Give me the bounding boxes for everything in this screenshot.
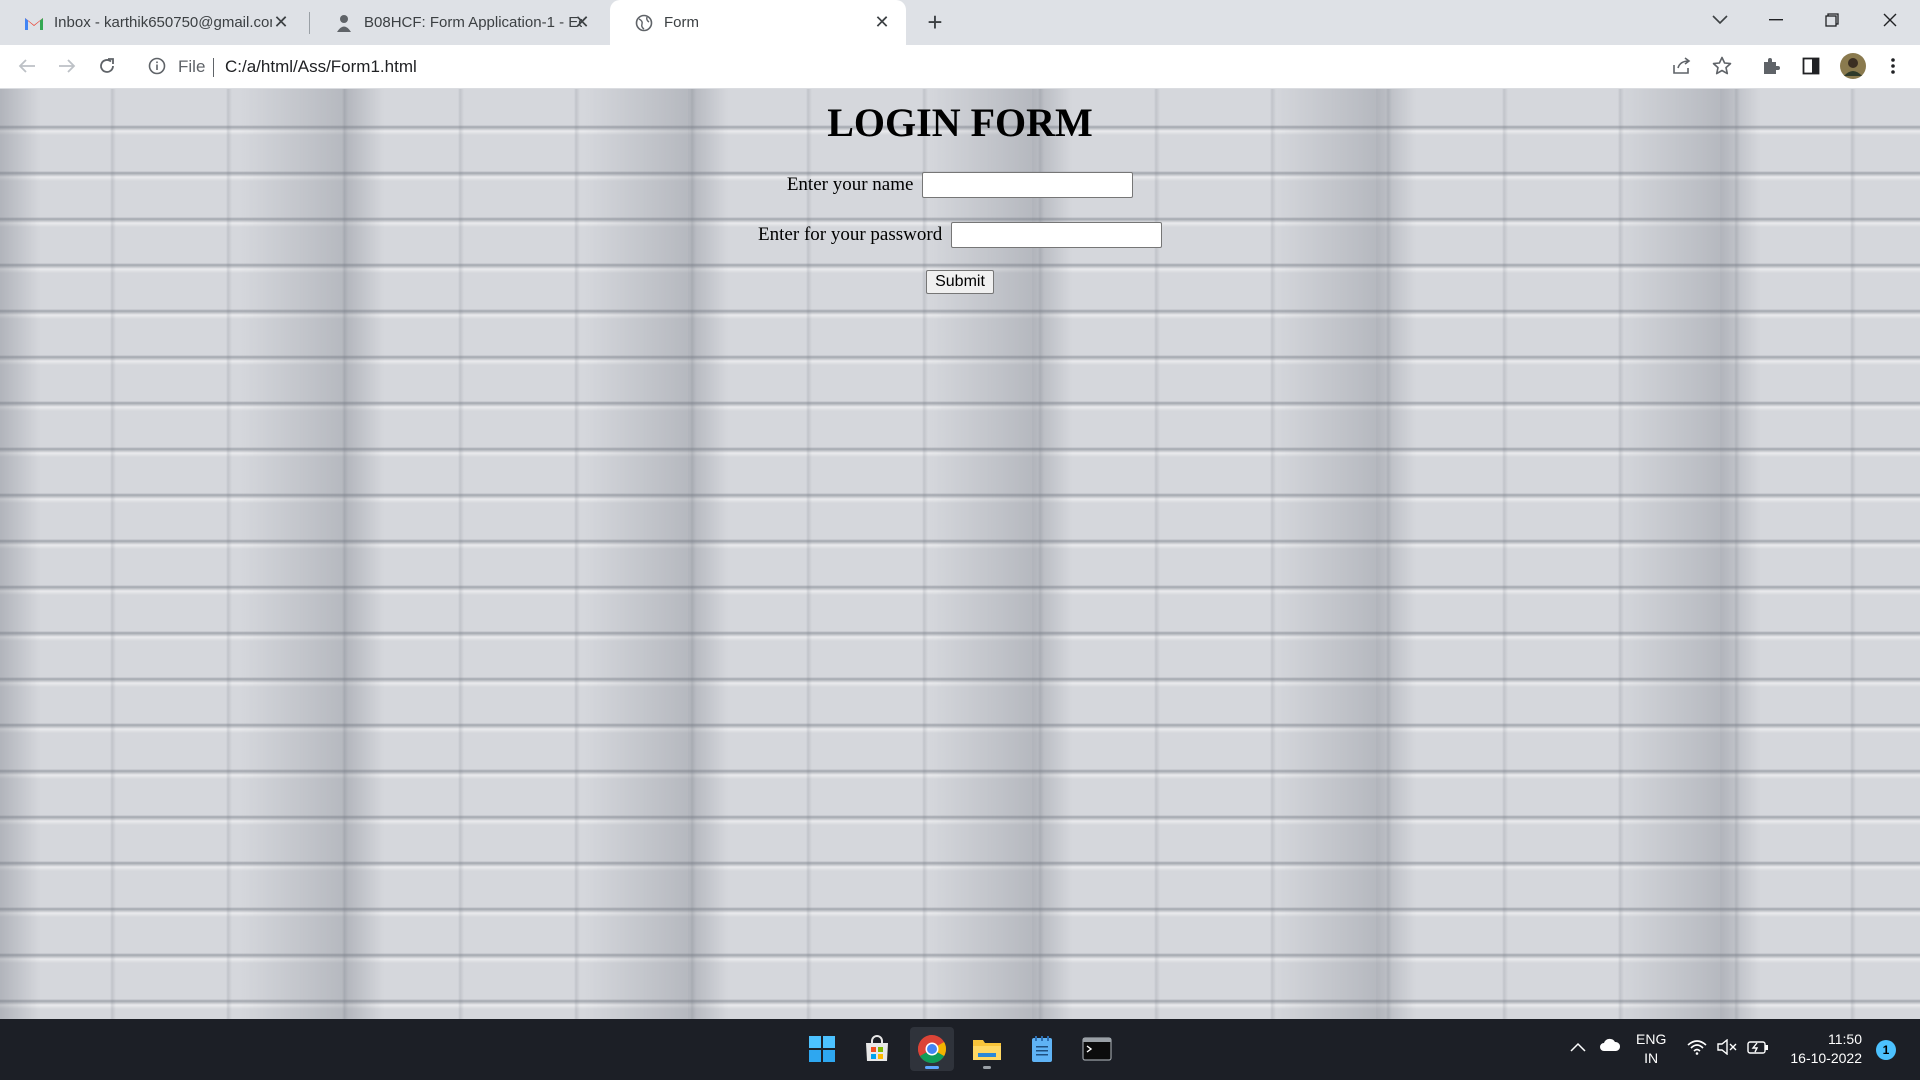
taskbar: ENG IN 11:50 16-10-2022 1 — [0, 1019, 1920, 1080]
name-row: Enter your name — [0, 172, 1920, 198]
microsoft-store-icon[interactable] — [855, 1027, 899, 1071]
minimize-button[interactable] — [1748, 0, 1804, 40]
chevron-up-icon[interactable] — [1570, 1039, 1586, 1055]
volume-muted-icon[interactable] — [1717, 1038, 1737, 1058]
tab-form-application[interactable]: B08HCF: Form Application-1 - Ed ✕ — [310, 0, 606, 45]
notepad-icon[interactable] — [1020, 1027, 1064, 1071]
battery-charging-icon[interactable] — [1747, 1039, 1769, 1058]
page-content: LOGIN FORM Enter your name Enter for you… — [0, 89, 1920, 1019]
new-tab-button[interactable]: + — [921, 7, 949, 37]
tab-gmail-inbox[interactable]: Inbox - karthik650750@gmail.com ✕ — [0, 0, 305, 45]
close-window-button[interactable] — [1862, 0, 1918, 40]
reload-button[interactable] — [92, 51, 122, 81]
extensions-icon[interactable] — [1756, 51, 1786, 81]
restore-button[interactable] — [1804, 0, 1860, 40]
running-indicator — [983, 1066, 991, 1069]
tab-search-chevron-icon[interactable] — [1692, 0, 1748, 40]
submit-row: Submit — [0, 270, 1920, 294]
time-label: 11:50 — [1828, 1031, 1862, 1047]
region-label: IN — [1644, 1050, 1659, 1066]
side-panel-icon[interactable] — [1796, 51, 1826, 81]
clock[interactable]: 11:50 16-10-2022 — [1786, 1030, 1862, 1068]
address-divider — [213, 58, 214, 77]
browser-toolbar: File C:/a/html/Ass/Form1.html — [0, 45, 1920, 89]
menu-kebab-icon[interactable] — [1878, 51, 1908, 81]
address-bar[interactable]: File C:/a/html/Ass/Form1.html — [140, 49, 1700, 84]
site-icon — [334, 13, 354, 33]
close-icon[interactable]: ✕ — [872, 12, 892, 32]
share-icon[interactable] — [1667, 51, 1697, 81]
language-indicator[interactable]: ENG IN — [1636, 1030, 1666, 1068]
forward-button[interactable] — [52, 51, 82, 81]
bookmark-star-icon[interactable] — [1707, 51, 1737, 81]
tab-form[interactable]: Form ✕ — [610, 0, 906, 45]
password-input[interactable] — [950, 222, 1162, 248]
onedrive-cloud-icon[interactable] — [1599, 1038, 1621, 1055]
info-icon[interactable] — [148, 57, 168, 77]
notification-badge[interactable]: 1 — [1876, 1040, 1896, 1060]
globe-icon — [634, 13, 654, 33]
terminal-icon[interactable] — [1075, 1027, 1119, 1071]
page-title: LOGIN FORM — [827, 100, 1093, 145]
url-text[interactable]: C:/a/html/Ass/Form1.html — [225, 57, 417, 77]
close-icon[interactable]: ✕ — [271, 12, 291, 32]
scheme-label: File — [178, 57, 206, 76]
chrome-icon[interactable] — [910, 1027, 954, 1071]
tab-title: Form — [664, 14, 699, 31]
browser-tab-bar: Inbox - karthik650750@gmail.com ✕ B08HCF… — [0, 0, 1920, 45]
name-label: Enter your name — [786, 174, 914, 195]
close-icon[interactable]: ✕ — [572, 12, 592, 32]
running-indicator — [925, 1066, 939, 1069]
windows-start-icon[interactable] — [800, 1027, 844, 1071]
tab-title: Inbox - karthik650750@gmail.com — [54, 14, 272, 31]
profile-avatar[interactable] — [1838, 51, 1868, 81]
back-button[interactable] — [12, 51, 42, 81]
file-explorer-icon[interactable] — [965, 1027, 1009, 1071]
name-input[interactable] — [922, 172, 1134, 198]
password-label: Enter for your password — [758, 224, 943, 245]
wifi-icon[interactable] — [1687, 1039, 1707, 1058]
tab-title: B08HCF: Form Application-1 - Ed — [364, 14, 582, 31]
language-label: ENG — [1636, 1031, 1667, 1047]
date-label: 16-10-2022 — [1790, 1050, 1862, 1066]
gmail-icon — [24, 13, 44, 33]
submit-button[interactable]: Submit — [926, 270, 994, 294]
password-row: Enter for your password — [0, 222, 1920, 248]
